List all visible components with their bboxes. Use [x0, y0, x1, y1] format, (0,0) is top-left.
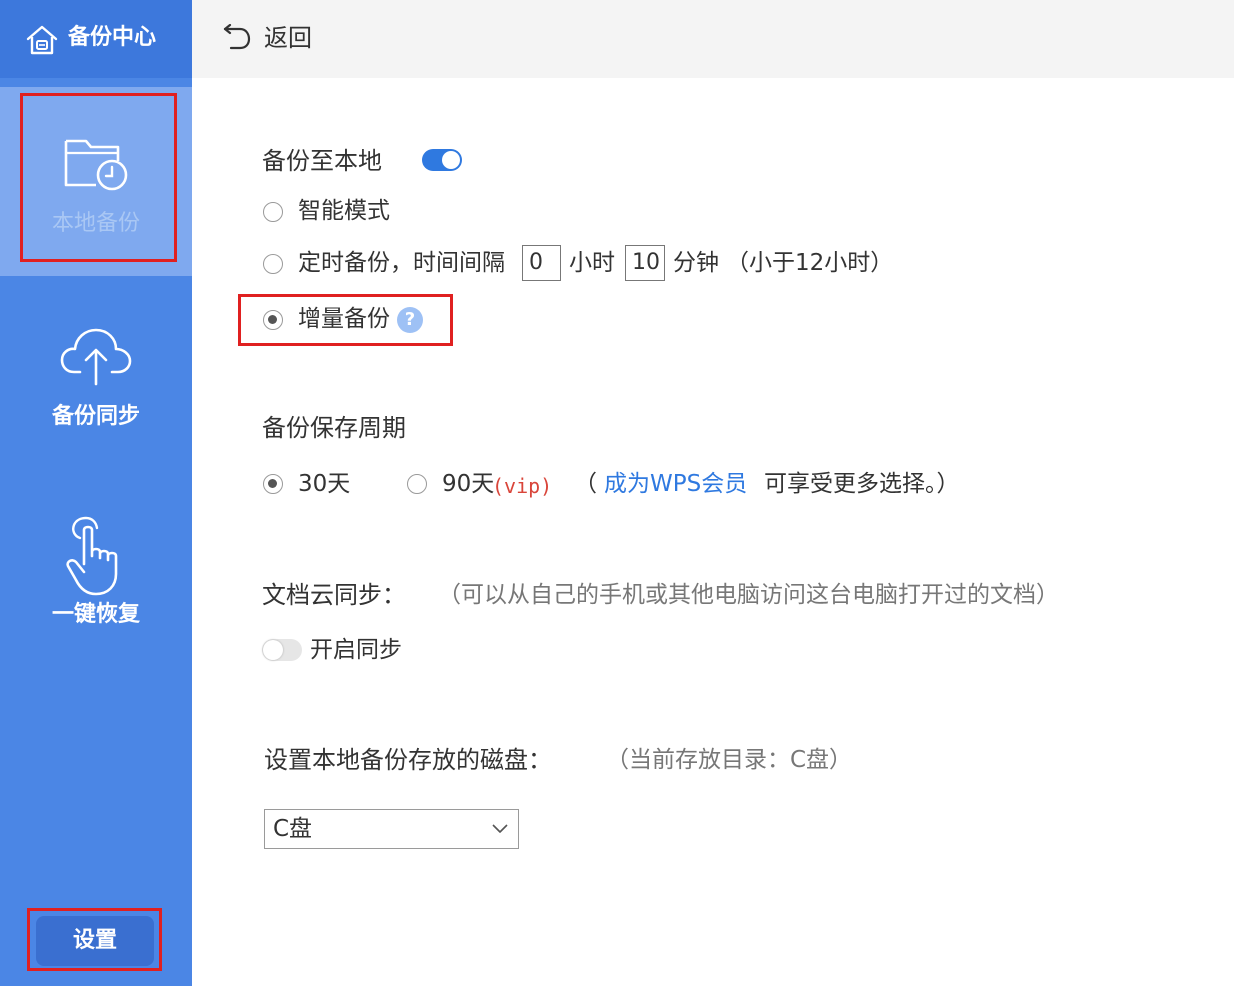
- vip-badge: (vip): [492, 474, 553, 498]
- minutes-unit: 分钟: [673, 250, 719, 276]
- top-bar: 返回: [192, 0, 1234, 78]
- settings-panel: 备份至本地 智能模式 定时备份，时间间隔 0 小时 10 分钟 （小于12小时）…: [192, 78, 1234, 986]
- sidebar-header: 备份中心: [0, 0, 192, 78]
- disk-select-value: C盘: [273, 816, 313, 842]
- disk-select[interactable]: C盘: [264, 809, 519, 849]
- sidebar-item-one-click-restore[interactable]: 一键恢复: [0, 510, 192, 650]
- retention-title: 备份保存周期: [262, 414, 406, 442]
- timed-backup-label: 定时备份，时间间隔: [298, 250, 505, 276]
- highlight-box-local-backup: [20, 93, 177, 262]
- sidebar-item-label: 一键恢复: [51, 602, 140, 627]
- interval-limit-note: （小于12小时）: [726, 250, 894, 276]
- retention-90-label: 90天: [442, 471, 495, 497]
- back-label: 返回: [264, 24, 312, 52]
- retention-30-label: 30天: [298, 471, 351, 497]
- sidebar-item-label: 备份同步: [51, 404, 140, 429]
- disk-current-location: （当前存放目录：C盘）: [606, 747, 853, 773]
- smart-mode-radio[interactable]: [263, 202, 283, 222]
- disk-title: 设置本地备份存放的磁盘：: [264, 746, 552, 774]
- cloud-upload-icon: [60, 328, 132, 386]
- highlight-box-settings: [27, 908, 162, 971]
- back-button[interactable]: 返回: [212, 10, 322, 66]
- retention-note-rest: 可享受更多选择。）: [764, 471, 960, 497]
- local-backup-toggle[interactable]: [422, 149, 462, 171]
- retention-90-radio[interactable]: [407, 474, 427, 494]
- toggle-knob: [263, 640, 283, 660]
- local-backup-title: 备份至本地: [262, 147, 382, 175]
- become-wps-member-link[interactable]: 成为WPS会员: [604, 468, 747, 500]
- cloud-sync-title: 文档云同步：: [262, 581, 406, 609]
- retention-note-open: （: [574, 471, 597, 497]
- timed-backup-radio[interactable]: [263, 254, 283, 274]
- chevron-down-icon: [492, 824, 508, 833]
- highlight-box-incremental: [238, 294, 453, 346]
- smart-mode-label: 智能模式: [298, 198, 390, 224]
- cloud-sync-description: （可以从自己的手机或其他电脑访问这台电脑打开过的文档）: [438, 582, 1059, 608]
- retention-30-radio[interactable]: [263, 474, 283, 494]
- sidebar-item-backup-sync[interactable]: 备份同步: [0, 310, 192, 450]
- sidebar-title: 备份中心: [68, 25, 157, 50]
- hours-input[interactable]: 0: [522, 245, 561, 281]
- minutes-input[interactable]: 10: [625, 245, 665, 281]
- back-arrow-icon: [223, 24, 251, 50]
- hand-pointer-icon: [66, 516, 118, 596]
- toggle-knob: [442, 151, 460, 169]
- hours-unit: 小时: [569, 250, 615, 276]
- cloud-sync-toggle-label: 开启同步: [310, 637, 402, 663]
- home-backup-icon: [26, 25, 58, 55]
- cloud-sync-toggle[interactable]: [262, 639, 302, 661]
